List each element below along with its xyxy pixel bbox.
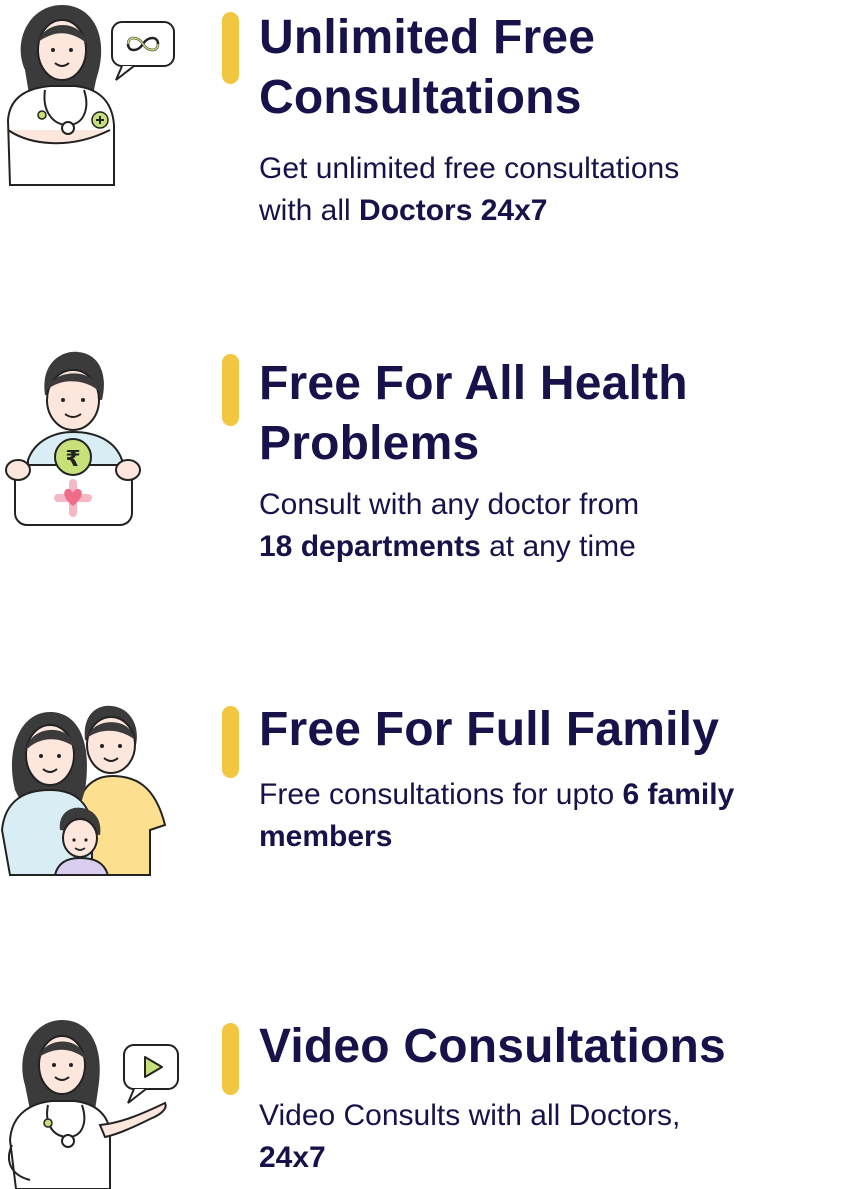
feature-title: Free For All Health Problems: [259, 354, 837, 474]
feature-title: Unlimited Free Consultations: [259, 8, 837, 128]
feature-desc-text: Get unlimited free consultations: [259, 152, 680, 185]
doctor-video-illustration: [8, 1020, 179, 1189]
svg-text:₹: ₹: [65, 447, 80, 472]
accent-bar: [222, 12, 239, 84]
feature-description: Get unlimited free consultations with al…: [259, 148, 837, 232]
accent-bar: [222, 1023, 239, 1095]
feature-desc-highlight: Doctors 24x7: [359, 194, 548, 227]
feature-desc-text: with all: [259, 194, 360, 227]
feature-title: Video Consultations: [259, 1017, 837, 1077]
feature-description: Free consultations for upto 6 family mem…: [259, 774, 837, 858]
feature-desc-highlight: members: [259, 820, 393, 853]
feature-desc-text: Consult with any doctor from: [259, 488, 640, 521]
feature-unlimited-free-consultations: Unlimited Free Consultations Get unlimit…: [0, 0, 841, 240]
accent-bar: [222, 706, 239, 778]
feature-desc-highlight: 18 departments: [259, 530, 481, 563]
feature-desc-highlight: 24x7: [259, 1141, 326, 1174]
feature-text: Free For All Health Problems Consult wit…: [259, 354, 837, 568]
feature-desc-text: Video Consults with all Doctors,: [259, 1099, 681, 1132]
feature-desc-text: at any time: [480, 530, 636, 563]
feature-title: Free For Full Family: [259, 700, 837, 760]
feature-text: Unlimited Free Consultations Get unlimit…: [259, 8, 837, 232]
feature-free-for-all-health-problems: ₹ Free For All Health Problems Consult w…: [0, 340, 841, 580]
accent-bar: [222, 354, 239, 426]
feature-description: Consult with any doctor from 18 departme…: [259, 484, 837, 568]
feature-title-line: Problems: [259, 417, 480, 470]
feature-video-consultations: Video Consultations Video Consults with …: [0, 1015, 841, 1189]
feature-free-for-full-family: Free For Full Family Free consultations …: [0, 700, 841, 900]
feature-desc-highlight: 6 family: [622, 778, 735, 811]
feature-title-line: Free For All Health: [259, 357, 688, 410]
feature-desc-text: Free consultations for upto: [259, 778, 623, 811]
feature-text: Free For Full Family Free consultations …: [259, 700, 837, 858]
feature-title-line: Consultations: [259, 71, 582, 124]
family-illustration: [0, 705, 167, 876]
feature-title-line: Free For Full Family: [259, 703, 720, 756]
feature-text: Video Consultations Video Consults with …: [259, 1017, 837, 1179]
man-rupee-board-illustration: ₹: [5, 351, 141, 526]
feature-description: Video Consults with all Doctors, 24x7: [259, 1095, 837, 1179]
doctor-infinity-illustration: [6, 5, 175, 186]
feature-title-line: Unlimited Free: [259, 11, 596, 64]
feature-title-line: Video Consultations: [259, 1020, 726, 1073]
